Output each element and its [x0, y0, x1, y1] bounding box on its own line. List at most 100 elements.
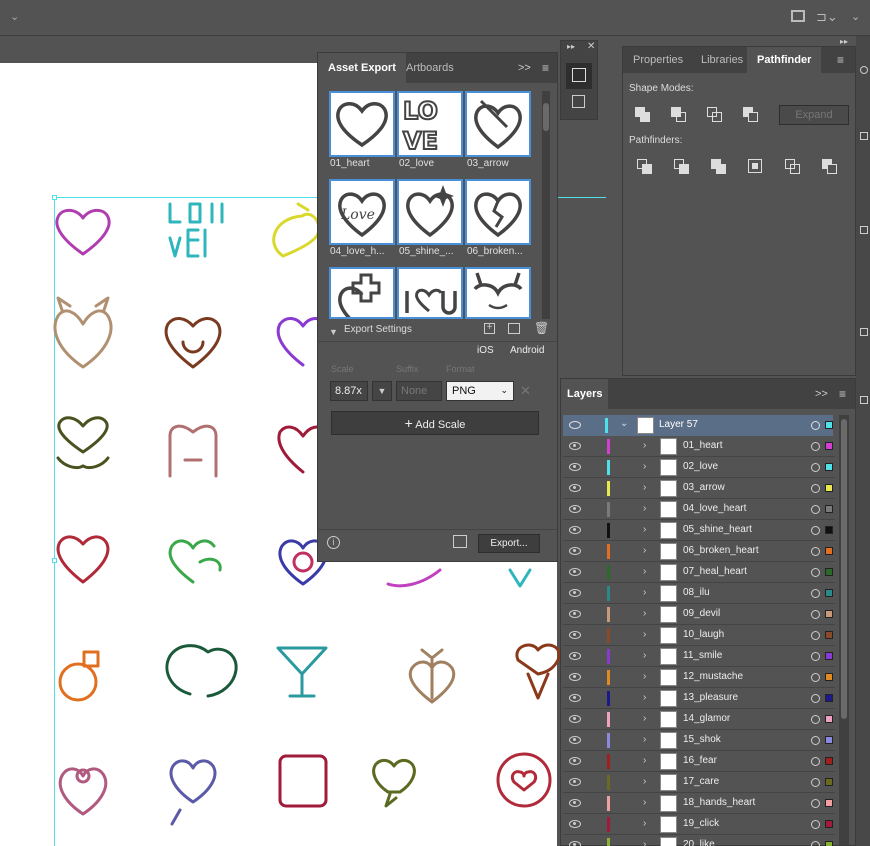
format-select[interactable]: PNG ⌄: [446, 381, 514, 401]
merge-icon[interactable]: [711, 159, 727, 175]
suffix-input[interactable]: None: [396, 381, 442, 401]
visibility-eye-icon[interactable]: [569, 442, 581, 450]
chevron-right-icon[interactable]: ›: [643, 524, 646, 535]
layer-row[interactable]: › 02_love: [563, 457, 835, 478]
tab-artboards[interactable]: Artboards: [396, 53, 464, 83]
outline-icon[interactable]: [785, 159, 801, 175]
launch-export-dialog-icon[interactable]: [453, 535, 467, 548]
layer-name[interactable]: 06_broken_heart: [683, 545, 759, 556]
visibility-eye-icon[interactable]: [569, 589, 581, 597]
layer-name[interactable]: 13_pleasure: [683, 692, 738, 703]
layer-name[interactable]: 17_care: [683, 776, 719, 787]
layer-row[interactable]: › 01_heart: [563, 436, 835, 457]
divide-icon[interactable]: [637, 159, 653, 175]
layer-name[interactable]: 15_shok: [683, 734, 721, 745]
layer-name[interactable]: 08_ilu: [683, 587, 710, 598]
unite-icon[interactable]: [635, 107, 651, 123]
target-icon[interactable]: [811, 841, 820, 846]
expand-panels-icon[interactable]: ▸▸: [840, 37, 848, 46]
layer-name[interactable]: 04_love_heart: [683, 503, 746, 514]
asset-thumbnail[interactable]: [465, 179, 531, 245]
layer-name[interactable]: 10_laugh: [683, 629, 724, 640]
asset-thumbnail[interactable]: Love: [329, 179, 395, 245]
ios-preset[interactable]: iOS: [477, 345, 494, 356]
visibility-eye-icon[interactable]: [569, 694, 581, 702]
chevron-right-icon[interactable]: ›: [643, 545, 646, 556]
info-icon[interactable]: i: [327, 536, 340, 549]
tool-icon[interactable]: [860, 226, 868, 234]
chevron-right-icon[interactable]: ›: [643, 797, 646, 808]
visibility-eye-icon[interactable]: [569, 757, 581, 765]
intersect-icon[interactable]: [707, 107, 723, 123]
target-icon[interactable]: [811, 505, 820, 514]
target-icon[interactable]: [811, 736, 820, 745]
minus-back-icon[interactable]: [822, 159, 838, 175]
asset-thumbnail[interactable]: [397, 267, 463, 319]
export-button[interactable]: Export...: [478, 534, 540, 553]
chevron-right-icon[interactable]: ›: [643, 566, 646, 577]
chevron-right-icon[interactable]: ›: [643, 608, 646, 619]
layer-row[interactable]: › 19_click: [563, 814, 835, 835]
chevron-right-icon[interactable]: ›: [643, 734, 646, 745]
target-icon[interactable]: [811, 673, 820, 682]
visibility-eye-icon[interactable]: [569, 673, 581, 681]
trim-icon[interactable]: [674, 159, 690, 175]
chevron-right-icon[interactable]: ›: [643, 818, 646, 829]
layers-scrollbar[interactable]: [839, 415, 849, 845]
target-icon[interactable]: [811, 421, 820, 430]
target-icon[interactable]: [811, 568, 820, 577]
layer-row-parent[interactable]: ⌄ Layer 57: [563, 415, 833, 436]
target-icon[interactable]: [811, 547, 820, 556]
expand-panels-icon[interactable]: ▸▸: [567, 42, 575, 51]
layer-name[interactable]: 03_arrow: [683, 482, 725, 493]
panel-collapse-icon[interactable]: >>: [518, 62, 531, 74]
chevron-right-icon[interactable]: ›: [643, 440, 646, 451]
layer-row[interactable]: › 15_shok: [563, 730, 835, 751]
asset-thumbnail[interactable]: [329, 267, 395, 331]
visibility-eye-icon[interactable]: [569, 631, 581, 639]
tool-icon[interactable]: [860, 396, 868, 404]
visibility-eye-icon[interactable]: [569, 568, 581, 576]
target-icon[interactable]: [811, 694, 820, 703]
chevron-right-icon[interactable]: ›: [643, 671, 646, 682]
arrange-documents-icon[interactable]: [791, 10, 805, 22]
workspace-switcher-icon[interactable]: ⊐⌄: [816, 9, 838, 25]
layer-row[interactable]: › 05_shine_heart: [563, 520, 835, 541]
chevron-right-icon[interactable]: ›: [643, 839, 646, 846]
visibility-eye-icon[interactable]: [569, 841, 581, 846]
layer-row[interactable]: › 04_love_heart: [563, 499, 835, 520]
visibility-eye-icon[interactable]: [569, 652, 581, 660]
layer-name[interactable]: 01_heart: [683, 440, 722, 451]
target-icon[interactable]: [811, 757, 820, 766]
layer-row[interactable]: › 06_broken_heart: [563, 541, 835, 562]
add-asset-icon[interactable]: +: [484, 323, 495, 334]
chevron-right-icon[interactable]: ›: [643, 587, 646, 598]
layer-name[interactable]: 11_smile: [683, 650, 722, 661]
layer-row[interactable]: › 03_arrow: [563, 478, 835, 499]
layer-name[interactable]: 20_like: [683, 839, 715, 846]
artboards-panel-icon[interactable]: [572, 95, 585, 108]
layer-row[interactable]: › 17_care: [563, 772, 835, 793]
chevron-right-icon[interactable]: ›: [643, 776, 646, 787]
target-icon[interactable]: [811, 799, 820, 808]
chevron-down-icon[interactable]: ⌄: [10, 10, 19, 23]
panel-collapse-icon[interactable]: >>: [815, 388, 828, 400]
layer-row[interactable]: › 13_pleasure: [563, 688, 835, 709]
tab-libraries[interactable]: Libraries: [691, 47, 753, 73]
visibility-eye-icon[interactable]: [569, 799, 581, 807]
tab-layers[interactable]: Layers: [561, 379, 609, 409]
target-icon[interactable]: [811, 484, 820, 493]
layer-row[interactable]: › 14_glamor: [563, 709, 835, 730]
asset-thumbnail[interactable]: [465, 91, 531, 157]
layer-name[interactable]: 12_mustache: [683, 671, 743, 682]
visibility-eye-icon[interactable]: [569, 484, 581, 492]
target-icon[interactable]: [811, 652, 820, 661]
layer-name[interactable]: 05_shine_heart: [683, 524, 752, 535]
exclude-icon[interactable]: [743, 107, 759, 123]
visibility-eye-icon[interactable]: [569, 736, 581, 744]
target-icon[interactable]: [811, 463, 820, 472]
target-icon[interactable]: [811, 778, 820, 787]
asset-export-panel-icon[interactable]: [566, 63, 592, 89]
layer-name[interactable]: 18_hands_heart: [683, 797, 755, 808]
duplicate-icon[interactable]: [508, 323, 520, 334]
